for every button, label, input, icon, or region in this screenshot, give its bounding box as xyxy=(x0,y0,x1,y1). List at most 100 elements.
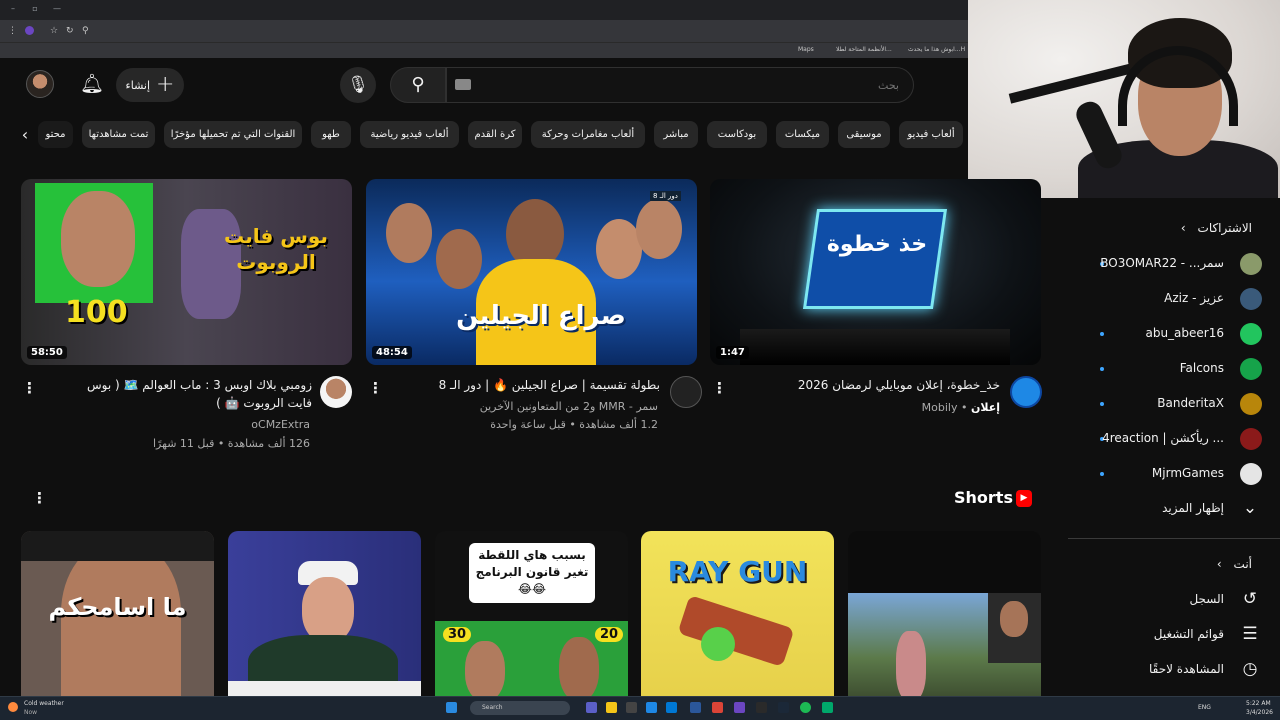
channel-avatar[interactable] xyxy=(1010,376,1042,408)
edge-icon[interactable] xyxy=(646,702,657,713)
sidebar-subscription[interactable]: Falcons xyxy=(1070,352,1264,386)
chip[interactable]: القنوات التي تم تحميلها مؤخرًا xyxy=(164,121,302,148)
menu-dots-icon[interactable]: ⋮ xyxy=(8,25,17,37)
window-close-icon[interactable]: — xyxy=(52,4,62,14)
short-card[interactable]: RAY GUN xyxy=(641,531,834,701)
thumb-face xyxy=(61,191,135,287)
star-icon[interactable]: ☆ xyxy=(50,25,58,37)
search-input[interactable] xyxy=(447,68,913,102)
thumb-text: بوس فايت الروبوت xyxy=(224,224,328,274)
clock-time[interactable]: 5:22 AM xyxy=(1246,700,1271,708)
chip[interactable]: محتو xyxy=(38,121,73,148)
short-card[interactable] xyxy=(848,531,1041,701)
video-title[interactable]: زومبي بلاك اوبس 3 : ماب العوالم 🗺️ ( بوس… xyxy=(60,376,312,412)
sidebar-subscription[interactable]: abu_abeer16 xyxy=(1070,317,1264,351)
search-button[interactable]: ⚲ xyxy=(390,67,446,103)
spotify-icon[interactable] xyxy=(800,702,811,713)
sidebar-subscription[interactable]: 4reaction | ريأكشن ... xyxy=(1070,422,1264,456)
weather-label[interactable]: Cold weather xyxy=(24,700,64,708)
chip[interactable]: موسيقى xyxy=(838,121,890,148)
chip[interactable]: طهو xyxy=(311,121,351,148)
clock-date[interactable]: 3/4/2026 xyxy=(1246,709,1273,717)
chip[interactable]: مباشر xyxy=(654,121,698,148)
sidebar-item-history[interactable]: السجل ↺ xyxy=(1070,583,1264,617)
create-button[interactable]: إنشاء + xyxy=(116,68,184,102)
chip[interactable]: بودكاست xyxy=(707,121,767,148)
reload-icon[interactable]: ↻ xyxy=(66,25,74,37)
obs-icon[interactable] xyxy=(756,702,767,713)
short-card[interactable]: بسبب هاي اللقطة تغير قانون البرنامج 😂😂 3… xyxy=(435,531,628,701)
window-restore-icon[interactable]: ▫ xyxy=(30,4,40,14)
video-thumbnail[interactable]: بوس فايت الروبوت 100 58:50 xyxy=(21,179,352,365)
thumb-text: صراع الجيلين xyxy=(456,301,626,331)
start-windows-icon[interactable] xyxy=(446,702,457,713)
channel-name[interactable]: Mobily xyxy=(922,401,958,414)
short-card[interactable] xyxy=(228,531,421,701)
video-title[interactable]: بطولة تقسيمة | صراع الجيلين 🔥 | دور الـ … xyxy=(410,376,660,394)
subscriptions-heading[interactable]: الاشتراكات › xyxy=(1070,221,1252,235)
channel-name[interactable]: سمر - MMR و2 من المتعاونين الآخرين xyxy=(410,398,658,415)
short-person xyxy=(559,637,599,701)
language-indicator[interactable]: ENG xyxy=(1198,704,1211,712)
video-menu-icon[interactable]: ⋮ xyxy=(368,378,383,398)
subscription-name: Falcons xyxy=(1179,361,1224,375)
you-heading[interactable]: أنت › xyxy=(1070,557,1252,571)
search-field[interactable] xyxy=(446,67,914,103)
weather-sub: Now xyxy=(24,709,38,716)
window-minimize-icon[interactable]: – xyxy=(8,4,18,14)
teams-icon[interactable] xyxy=(586,702,597,713)
file-explorer-icon[interactable] xyxy=(606,702,617,713)
new-content-dot xyxy=(1100,332,1104,336)
weather-icon[interactable] xyxy=(8,702,18,712)
app-icon[interactable] xyxy=(690,702,701,713)
video-title[interactable]: خذ_خطوة، إعلان موبايلي لرمضان 2026 xyxy=(760,376,1000,394)
chip[interactable]: ميكسات xyxy=(776,121,829,148)
chip[interactable]: تمت مشاهدتها xyxy=(82,121,155,148)
channel-name[interactable]: oCMzExtra xyxy=(60,416,310,433)
video-channel-line: إعلان • Mobily xyxy=(921,401,1000,414)
chip[interactable]: ألعاب فيديو رياضية xyxy=(360,121,459,148)
bookmark-maps[interactable]: Maps xyxy=(798,45,814,55)
sidebar-subscription[interactable]: BanderitaX xyxy=(1070,387,1264,421)
video-menu-icon[interactable]: ⋮ xyxy=(712,378,727,398)
short-raygun-glow xyxy=(701,627,735,661)
sidebar-item-watch-later[interactable]: المشاهدة لاحقًا ◷ xyxy=(1070,653,1264,687)
keyboard-icon[interactable] xyxy=(455,79,471,90)
chip[interactable]: كرة القدم xyxy=(468,121,522,148)
short-headphones xyxy=(21,531,214,561)
channel-avatar[interactable] xyxy=(670,376,702,408)
subscription-name: BanderitaX xyxy=(1157,396,1224,410)
sidebar-subscription[interactable]: BO3OMAR22 - ...سمر xyxy=(1070,247,1264,281)
taskview-icon[interactable] xyxy=(626,702,637,713)
bookmark-item[interactable]: ابوش هذا ما يحدث...H xyxy=(908,45,965,55)
taskbar-search[interactable]: Search xyxy=(470,701,570,715)
channel-avatar[interactable] xyxy=(320,376,352,408)
subscriptions-heading-label: الاشتراكات xyxy=(1197,221,1252,235)
notifications-bell-icon[interactable]: 🔔︎ xyxy=(80,71,104,97)
channel-avatar xyxy=(1240,463,1262,485)
store-icon[interactable] xyxy=(666,702,677,713)
shorts-menu-icon[interactable]: ⋮ xyxy=(32,488,47,508)
sidebar-show-more[interactable]: إظهار المزيد ⌄ xyxy=(1070,492,1264,526)
video-menu-icon[interactable]: ⋮ xyxy=(22,378,37,398)
account-avatar[interactable] xyxy=(26,70,54,98)
sidebar-subscription[interactable]: MjrmGames xyxy=(1070,457,1264,491)
video-thumbnail[interactable]: دور الـ 8 صراع الجيلين 48:54 xyxy=(366,179,697,365)
sidebar-item-playlists[interactable]: قوائم التشغيل ☰ xyxy=(1070,618,1264,652)
sidebar-item-label: المشاهدة لاحقًا xyxy=(1148,662,1224,676)
thumb-badge: دور الـ 8 xyxy=(650,191,681,201)
app-icon[interactable] xyxy=(822,702,833,713)
site-settings-icon[interactable]: ⚲ xyxy=(82,25,89,37)
bookmark-item[interactable]: الأنظمة المتاحة لطلا... xyxy=(836,45,892,55)
steam-icon[interactable] xyxy=(778,702,789,713)
voice-search-mic-icon[interactable]: 🎙︎ xyxy=(340,67,376,103)
chip[interactable]: ألعاب فيديو xyxy=(899,121,963,148)
short-card[interactable]: ما اسامحكم xyxy=(21,531,214,701)
chrome-icon[interactable] xyxy=(712,702,723,713)
sidebar-subscription[interactable]: Aziz - عزيز xyxy=(1070,282,1264,316)
app-icon[interactable] xyxy=(734,702,745,713)
video-thumbnail[interactable]: خذ خطوة 1:47 xyxy=(710,179,1041,365)
chips-scroll-left-icon[interactable]: ‹ xyxy=(14,121,36,148)
chip[interactable]: ألعاب مغامرات وحركة xyxy=(531,121,645,148)
extension-icon[interactable] xyxy=(25,26,34,35)
